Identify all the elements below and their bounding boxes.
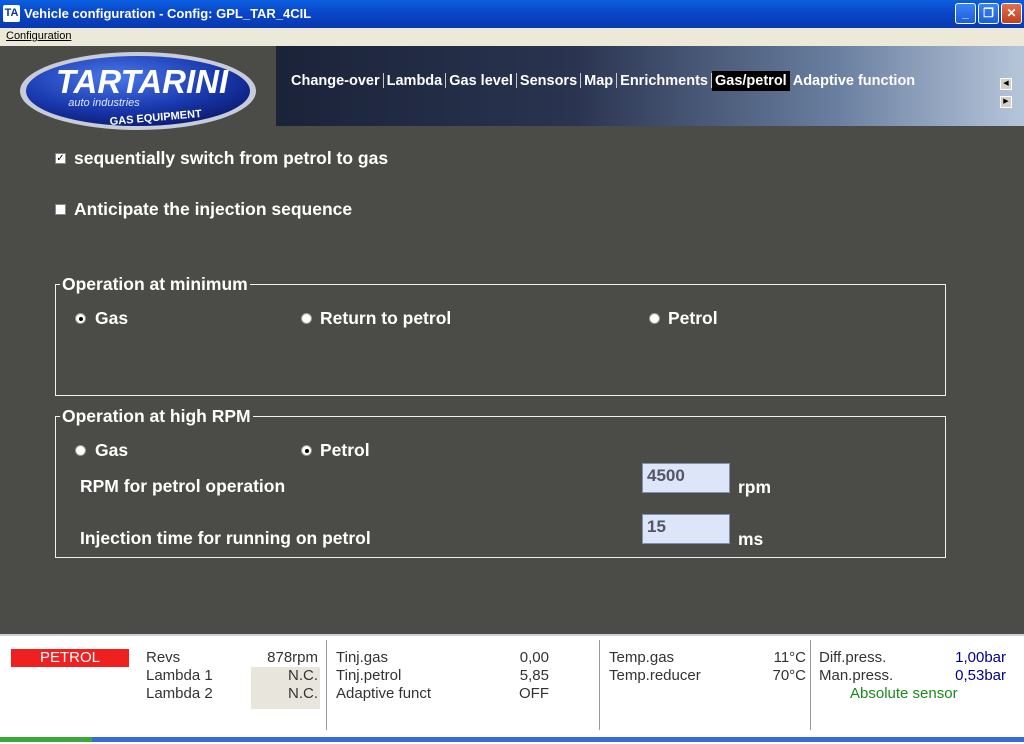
tab-change-over[interactable]: Change-over bbox=[288, 71, 383, 91]
menu-configuration[interactable]: Configuration bbox=[6, 30, 71, 42]
status-divider bbox=[810, 640, 811, 730]
anticipate-label: Anticipate the injection sequence bbox=[74, 199, 353, 219]
tab-enrichments[interactable]: Enrichments bbox=[617, 71, 711, 91]
tab-scroll-right-icon[interactable]: ▶ bbox=[1000, 96, 1012, 108]
start-button-edge bbox=[0, 737, 92, 742]
logo-brand: TARTARINI bbox=[56, 63, 229, 100]
adaptive-value: OFF bbox=[519, 685, 549, 702]
diff-press-value: 1,00bar bbox=[955, 649, 1006, 666]
sequential-switch-label: sequentially switch from petrol to gas bbox=[74, 148, 389, 168]
rpm-unit: rpm bbox=[738, 477, 772, 497]
sensor-note: Absolute sensor bbox=[850, 685, 958, 702]
minimum-gas-radio[interactable] bbox=[75, 313, 86, 324]
window-title: Vehicle configuration - Config: GPL_TAR_… bbox=[24, 6, 312, 21]
minimum-return-to-petrol-radio[interactable] bbox=[301, 313, 312, 324]
man-press-value: 0,53bar bbox=[955, 667, 1006, 684]
lambda1-label: Lambda 1 bbox=[146, 667, 213, 684]
rpm-petrol-input[interactable]: 4500 bbox=[642, 463, 730, 493]
tab-scroll-arrows: ◀▶ bbox=[1000, 72, 1022, 108]
high-rpm-petrol-label: Petrol bbox=[320, 440, 370, 460]
revs-label: Revs bbox=[146, 649, 181, 666]
tinj-gas-label: Tinj.gas bbox=[336, 649, 388, 666]
tab-sensors[interactable]: Sensors bbox=[517, 71, 580, 91]
tab-map[interactable]: Map bbox=[581, 71, 616, 91]
group-operation-minimum bbox=[55, 284, 946, 396]
tartarini-logo: TARTARINI auto industries GAS EQUIPMENT bbox=[20, 52, 256, 130]
tab-bar: Change-over Lambda Gas level Sensors Map Enri… bbox=[288, 71, 918, 93]
minimum-gas-label: Gas bbox=[95, 308, 129, 328]
status-divider bbox=[599, 640, 600, 730]
diff-press-label: Diff.press. bbox=[819, 649, 887, 666]
logo-sub1: auto industries bbox=[68, 97, 140, 109]
minimize-button[interactable]: _ bbox=[955, 3, 976, 24]
fuel-mode-badge: PETROL bbox=[11, 649, 129, 667]
tab-lambda[interactable]: Lambda bbox=[384, 71, 446, 91]
group-high-rpm-title: Operation at high RPM bbox=[60, 406, 253, 427]
minimum-petrol-label: Petrol bbox=[668, 308, 718, 328]
sequential-switch-checkbox[interactable]: ✓ bbox=[55, 153, 66, 164]
temp-reducer-label: Temp.reducer bbox=[609, 667, 701, 684]
tab-gas-level[interactable]: Gas level bbox=[446, 71, 516, 91]
minimum-return-to-petrol-label: Return to petrol bbox=[320, 308, 452, 328]
tinj-petrol-label: Tinj.petrol bbox=[336, 667, 402, 684]
tinj-petrol-value: 5,85 bbox=[519, 667, 549, 684]
title-bar: TA Vehicle configuration - Config: GPL_T… bbox=[0, 0, 1024, 28]
injection-time-label: Injection time for running on petrol bbox=[80, 528, 371, 548]
lambda1-value: N.C. bbox=[288, 667, 318, 684]
temp-gas-label: Temp.gas bbox=[609, 649, 675, 666]
taskbar-strip bbox=[0, 737, 1024, 742]
injection-time-unit: ms bbox=[738, 529, 764, 549]
lambda2-label: Lambda 2 bbox=[146, 685, 213, 702]
high-rpm-gas-radio[interactable] bbox=[75, 445, 86, 456]
minimum-petrol-radio[interactable] bbox=[649, 313, 660, 324]
revs-value: 878rpm bbox=[267, 649, 318, 666]
lambda2-value: N.C. bbox=[288, 685, 318, 702]
adaptive-label: Adaptive funct bbox=[336, 685, 432, 702]
man-press-label: Man.press. bbox=[819, 667, 894, 684]
tinj-gas-value: 0,00 bbox=[519, 649, 549, 666]
close-button[interactable]: ✕ bbox=[1001, 3, 1022, 24]
tab-scroll-left-icon[interactable]: ◀ bbox=[1000, 78, 1012, 90]
group-minimum-title: Operation at minimum bbox=[60, 274, 250, 295]
menu-bar: Configuration bbox=[0, 28, 1024, 46]
tab-adaptive-function[interactable]: Adaptive function bbox=[790, 71, 918, 91]
rpm-petrol-label: RPM for petrol operation bbox=[80, 476, 286, 496]
anticipate-checkbox[interactable] bbox=[55, 204, 66, 215]
high-rpm-gas-label: Gas bbox=[95, 440, 129, 460]
status-divider bbox=[326, 640, 327, 730]
temp-reducer-value: 70°C bbox=[772, 667, 806, 684]
maximize-button[interactable]: ❐ bbox=[978, 3, 999, 24]
injection-time-input[interactable]: 15 bbox=[642, 514, 730, 544]
tab-gas-petrol[interactable]: Gas/petrol bbox=[712, 71, 790, 91]
temp-gas-value: 11°C bbox=[773, 649, 806, 666]
app-icon: TA bbox=[3, 5, 20, 22]
high-rpm-petrol-radio[interactable] bbox=[301, 445, 312, 456]
